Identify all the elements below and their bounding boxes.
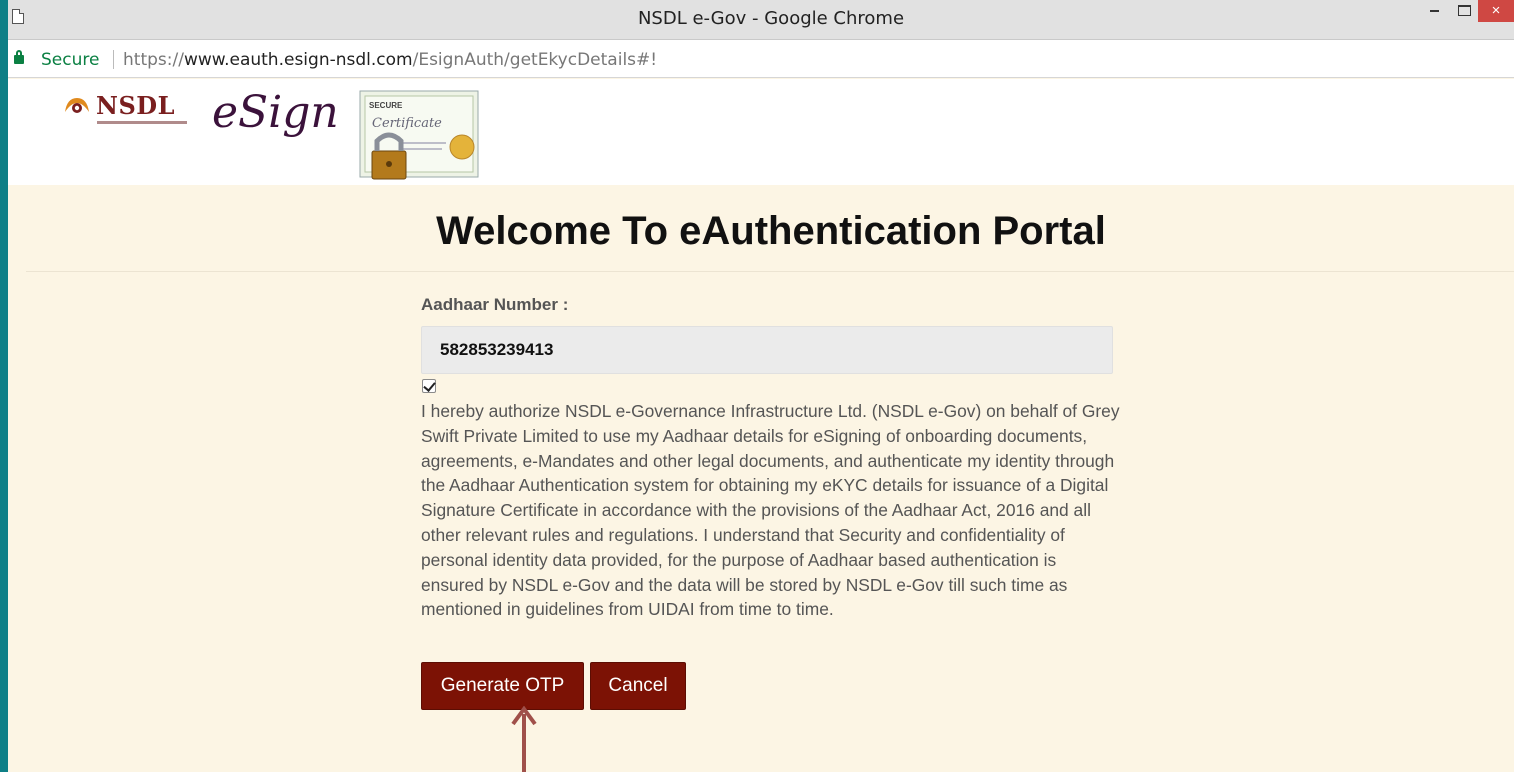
url-scheme: https:// <box>123 50 184 70</box>
site-header: NSDL eSign SECURE Certificate <box>8 79 1514 185</box>
nsdl-tagline <box>97 121 187 124</box>
page-title: Welcome To eAuthentication Portal <box>436 209 1106 253</box>
minimize-icon[interactable] <box>1420 0 1450 22</box>
secure-label[interactable]: Secure <box>41 50 99 70</box>
consent-text: I hereby authorize NSDL e-Governance Inf… <box>421 401 1120 620</box>
nsdl-logo-text: NSDL <box>96 91 175 120</box>
browser-window: NSDL e-Gov - Google Chrome × Secure http… <box>8 0 1514 772</box>
url-host: www.eauth.esign-nsdl.com <box>183 50 413 70</box>
main-content: Welcome To eAuthentication Portal Aadhaa… <box>8 185 1514 772</box>
address-separator <box>113 50 114 69</box>
address-bar[interactable]: Secure https://www.eauth.esign-nsdl.com/… <box>8 40 1514 78</box>
divider <box>26 271 1514 272</box>
consent-checkbox[interactable] <box>422 379 436 393</box>
aadhaar-label: Aadhaar Number : <box>421 295 569 314</box>
maximize-icon[interactable] <box>1450 0 1478 22</box>
lock-icon <box>14 50 24 64</box>
esign-logo: eSign <box>212 87 339 138</box>
cancel-button[interactable]: Cancel <box>590 662 686 710</box>
nsdl-mark-icon <box>65 98 89 113</box>
close-icon[interactable]: × <box>1478 0 1514 22</box>
pointer-arrow-icon <box>511 706 537 772</box>
window-title: NSDL e-Gov - Google Chrome <box>637 8 905 29</box>
generate-otp-button[interactable]: Generate OTP <box>421 662 584 710</box>
nsdl-logo: NSDL <box>62 91 187 133</box>
aadhaar-number-input[interactable] <box>421 326 1113 374</box>
certificate-title-text: Certificate <box>372 116 442 131</box>
url-path: /EsignAuth/getEkycDetails#! <box>412 50 658 70</box>
certificate-secure-text: SECURE <box>369 101 403 110</box>
url-text[interactable]: https://www.eauth.esign-nsdl.com/EsignAu… <box>123 50 657 70</box>
title-bar: NSDL e-Gov - Google Chrome × <box>8 0 1514 40</box>
secure-certificate-image: SECURE Certificate <box>359 90 479 180</box>
